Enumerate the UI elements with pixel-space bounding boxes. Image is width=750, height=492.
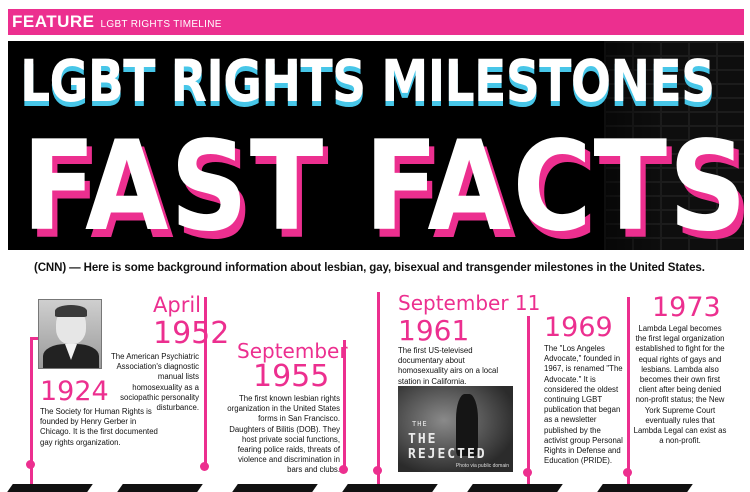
- timeline-dot-1952: [200, 462, 209, 471]
- year-1961: 1961: [398, 314, 470, 347]
- event-text-1952: The American Psychiatric Association's d…: [111, 352, 199, 413]
- the-rejected-film-still: THE THE REJECTED Photo via public domain: [398, 386, 513, 472]
- intro-text: (CNN) — Here is some background informat…: [34, 262, 705, 274]
- timeline-dot-1924: [26, 460, 35, 469]
- year-1955: 1955: [253, 359, 330, 394]
- timeline-dot-1969: [523, 468, 532, 477]
- hero-banner: LGBT RIGHTS MILESTONES FAST FACTS: [8, 41, 744, 250]
- month-1955: September: [237, 339, 348, 363]
- event-text-1969: The "Los Angeles Advocate," founded in 1…: [544, 344, 623, 466]
- timeline-line-1961: [377, 292, 380, 484]
- year-1969: 1969: [544, 312, 613, 343]
- event-text-1955: The first known lesbian rights organizat…: [227, 394, 340, 475]
- month-1961: September 11: [398, 291, 541, 315]
- henry-gerber-photo: [38, 299, 102, 369]
- timeline-dot-1961: [373, 466, 382, 475]
- feature-bar: FEATURE LGBT RIGHTS TIMELINE: [8, 9, 744, 35]
- month-1952: April: [153, 293, 201, 317]
- timeline-dot-1973: [623, 468, 632, 477]
- timeline-line-1969: [527, 316, 530, 484]
- timeline-line-1973: [627, 297, 630, 484]
- year-1924: 1924: [40, 376, 109, 407]
- headline: LGBT RIGHTS MILESTONES: [20, 47, 715, 115]
- section-label: LGBT RIGHTS TIMELINE: [100, 19, 222, 30]
- year-1973: 1973: [652, 292, 721, 323]
- subheadline: FAST FACTS: [22, 115, 744, 250]
- year-1952: 1952: [153, 316, 230, 351]
- timeline-dot-1955: [339, 465, 348, 474]
- bottom-decoration: [0, 484, 750, 492]
- photo-credit: Photo via public domain: [455, 463, 509, 469]
- feature-label: FEATURE: [12, 12, 95, 31]
- film-still-title: THE REJECTED: [408, 432, 487, 462]
- event-text-1961: The first US-televised documentary about…: [398, 346, 499, 386]
- event-text-1973: Lambda Legal becomes the first legal org…: [633, 324, 727, 446]
